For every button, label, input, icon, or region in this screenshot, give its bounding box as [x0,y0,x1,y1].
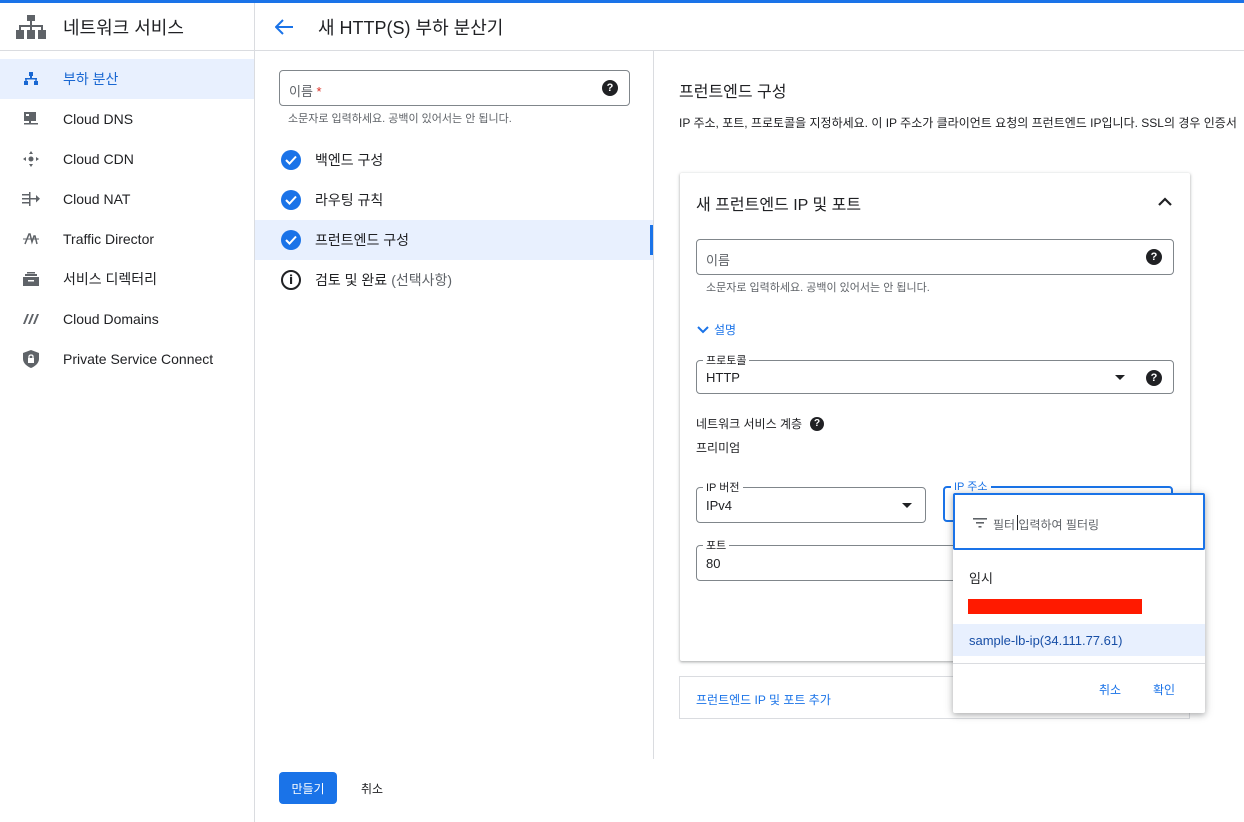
check-circle-icon [281,190,301,210]
frontend-name-field[interactable]: 이름 ? [696,239,1174,275]
step-label: 라우팅 규칙 [315,192,384,208]
sidebar-item-label: Cloud Domains [63,311,159,327]
sidebar: 네트워크 서비스 부하 분산 Cloud DNS Cloud CDN Cloud… [0,3,255,822]
sidebar-item-label: 서비스 디렉터리 [63,271,158,287]
sidebar-item-traffic-director[interactable]: Traffic Director [0,219,254,259]
cdn-icon [21,149,41,169]
text-caret [1017,515,1018,530]
sidebar-item-label: Cloud CDN [63,151,134,167]
ip-address-label: IP 주소 [951,478,991,494]
redacted-option[interactable] [968,599,1142,614]
help-icon[interactable]: ? [602,80,618,96]
section-title: 프런트엔드 구성 [679,84,787,101]
option-ephemeral[interactable]: 임시 [953,559,1205,591]
network-tier-label: 네트워크 서비스 계층 ? [696,415,825,432]
dropdown-arrow-icon [1115,375,1125,380]
step-optional-label: (선택사항) [391,272,453,288]
info-icon: i [281,270,301,290]
ip-version-value: IPv4 [706,498,733,513]
check-circle-icon [281,150,301,170]
step-routing-rules[interactable]: 라우팅 규칙 [255,180,653,220]
sidebar-item-cloud-domains[interactable]: Cloud Domains [0,299,254,339]
dns-server-icon [21,109,41,129]
service-directory-icon [21,269,41,289]
traffic-director-icon [21,229,41,249]
page-header: 새 HTTP(S) 부하 분산기 [255,3,1244,51]
card-title: 새 프런트엔드 IP 및 포트 [696,197,862,214]
option-label: sample-lb-ip(34.111.77.61) [969,633,1123,648]
description-toggle-label: 설명 [714,323,737,337]
network-tier-value: 프리미엄 [696,441,741,455]
step-label: 백엔드 구성 [315,152,384,168]
chevron-down-icon [697,325,709,333]
help-icon[interactable]: ? [1146,370,1162,386]
sidebar-item-cloud-nat[interactable]: Cloud NAT [0,179,254,219]
dropdown-divider [953,663,1205,664]
sidebar-header: 네트워크 서비스 [0,3,254,51]
lb-name-placeholder: 이름 * [289,84,322,99]
help-icon[interactable]: ? [810,416,825,431]
frontend-name-hint: 소문자로 입력하세요. 공백이 있어서는 안 됩니다. [706,282,930,294]
sidebar-item-label: Private Service Connect [63,351,214,367]
section-description: IP 주소, 포트, 프로토콜을 지정하세요. 이 IP 주소가 클라이언트 요… [679,116,1237,130]
step-review-finalize[interactable]: i 검토 및 완료 (선택사항) [255,260,653,300]
port-field[interactable]: 포트 80 [696,537,958,581]
ip-address-dropdown: 필터 입력하여 필터링 임시 sample-lb-ip(34.111.77.61… [953,493,1205,713]
sidebar-item-label: Cloud DNS [63,111,134,127]
sidebar-item-service-directory[interactable]: 서비스 디렉터리 [0,259,254,299]
nat-icon [21,189,41,209]
lock-shield-icon [21,349,41,369]
create-button[interactable]: 만들기 [279,772,337,804]
sidebar-item-load-balancing[interactable]: 부하 분산 [0,59,254,99]
description-toggle[interactable]: 설명 [696,321,736,338]
page-title: 새 HTTP(S) 부하 분산기 [318,17,504,38]
cancel-button[interactable]: 취소 [352,772,392,804]
port-label: 포트 [703,537,730,553]
app-title: 네트워크 서비스 [63,17,184,38]
active-step-indicator [650,225,653,255]
network-topology-icon [16,14,46,39]
add-frontend-label: 프런트엔드 IP 및 포트 추가 [696,693,831,707]
filter-placeholder: 필터 입력하여 필터링 [993,518,1100,532]
required-mark: * [316,84,322,99]
ip-version-select[interactable]: IP 버전 IPv4 [696,479,926,523]
frontend-name-placeholder: 이름 [706,253,730,268]
sidebar-nav: 부하 분산 Cloud DNS Cloud CDN Cloud NAT Traf… [0,51,254,379]
sidebar-item-label: Traffic Director [63,231,155,247]
help-icon[interactable]: ? [1146,249,1162,265]
sidebar-item-label: 부하 분산 [63,71,119,87]
lb-name-field[interactable]: 이름 * ? [279,70,630,106]
option-sample-lb-ip[interactable]: sample-lb-ip(34.111.77.61) [953,624,1205,656]
domains-icon [21,309,41,329]
ip-version-label: IP 버전 [703,479,743,495]
dropdown-cancel-button[interactable]: 취소 [1099,681,1121,698]
check-circle-icon [281,230,301,250]
filter-input[interactable]: 필터 입력하여 필터링 [953,493,1205,550]
protocol-select[interactable]: 프로토콜 HTTP ? [696,352,1174,394]
dropdown-ok-button[interactable]: 확인 [1153,681,1175,698]
chevron-up-icon[interactable] [1156,193,1174,211]
sidebar-item-cloud-dns[interactable]: Cloud DNS [0,99,254,139]
step-label: 검토 및 완료 [315,272,388,288]
dropdown-arrow-icon [902,503,912,508]
arrow-back-icon[interactable] [272,15,296,39]
protocol-value: HTTP [706,370,740,385]
filter-icon [973,518,987,528]
step-backend-config[interactable]: 백엔드 구성 [255,140,653,180]
protocol-label: 프로토콜 [703,352,750,368]
port-value: 80 [706,556,721,571]
sidebar-item-label: Cloud NAT [63,191,131,207]
sidebar-item-private-service-connect[interactable]: Private Service Connect [0,339,254,379]
load-balancer-icon [21,69,41,89]
steps-panel: 이름 * ? 소문자로 입력하세요. 공백이 있어서는 안 됩니다. 백엔드 구… [255,51,654,759]
step-frontend-config[interactable]: 프런트엔드 구성 [255,220,653,260]
lb-name-hint: 소문자로 입력하세요. 공백이 있어서는 안 됩니다. [288,113,512,125]
option-label: 임시 [969,571,993,586]
step-label: 프런트엔드 구성 [315,232,410,248]
sidebar-item-cloud-cdn[interactable]: Cloud CDN [0,139,254,179]
